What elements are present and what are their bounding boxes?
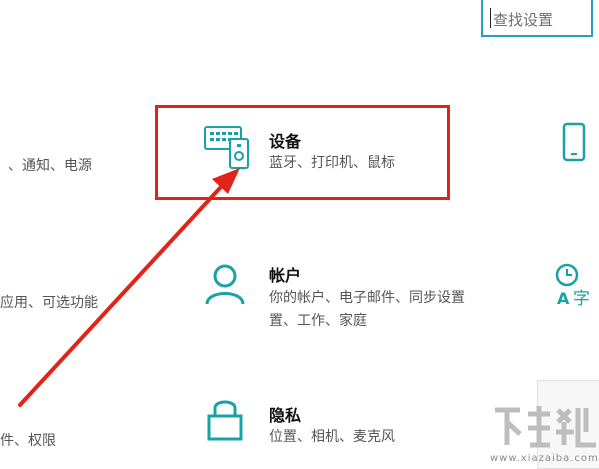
tile-phone[interactable] [560,120,599,170]
accounts-title: 帐户 [269,266,302,285]
tile-privacy[interactable]: 隐私 位置、相机、麦克风 [195,395,475,455]
phone-icon [562,122,586,162]
time-language-icon: A 字 [555,263,590,309]
person-icon [205,264,245,305]
watermark-glyphs [490,400,599,452]
accounts-subtitle-line2: 置、工作、家庭 [269,313,367,329]
privacy-subtitle: 位置、相机、麦克风 [269,429,395,445]
accounts-subtitle-line1: 你的帐户、电子邮件、同步设置 [269,290,465,306]
svg-text:A: A [557,289,570,308]
watermark-url: www.xiazaiba.com [490,453,599,464]
lock-icon [207,400,243,441]
tile-time-language[interactable]: A 字 [553,262,599,312]
tile-accounts[interactable]: 帐户 你的帐户、电子邮件、同步设置 置、工作、家庭 [195,258,515,338]
privacy-title: 隐私 [269,406,302,425]
svg-text:字: 字 [573,289,590,308]
